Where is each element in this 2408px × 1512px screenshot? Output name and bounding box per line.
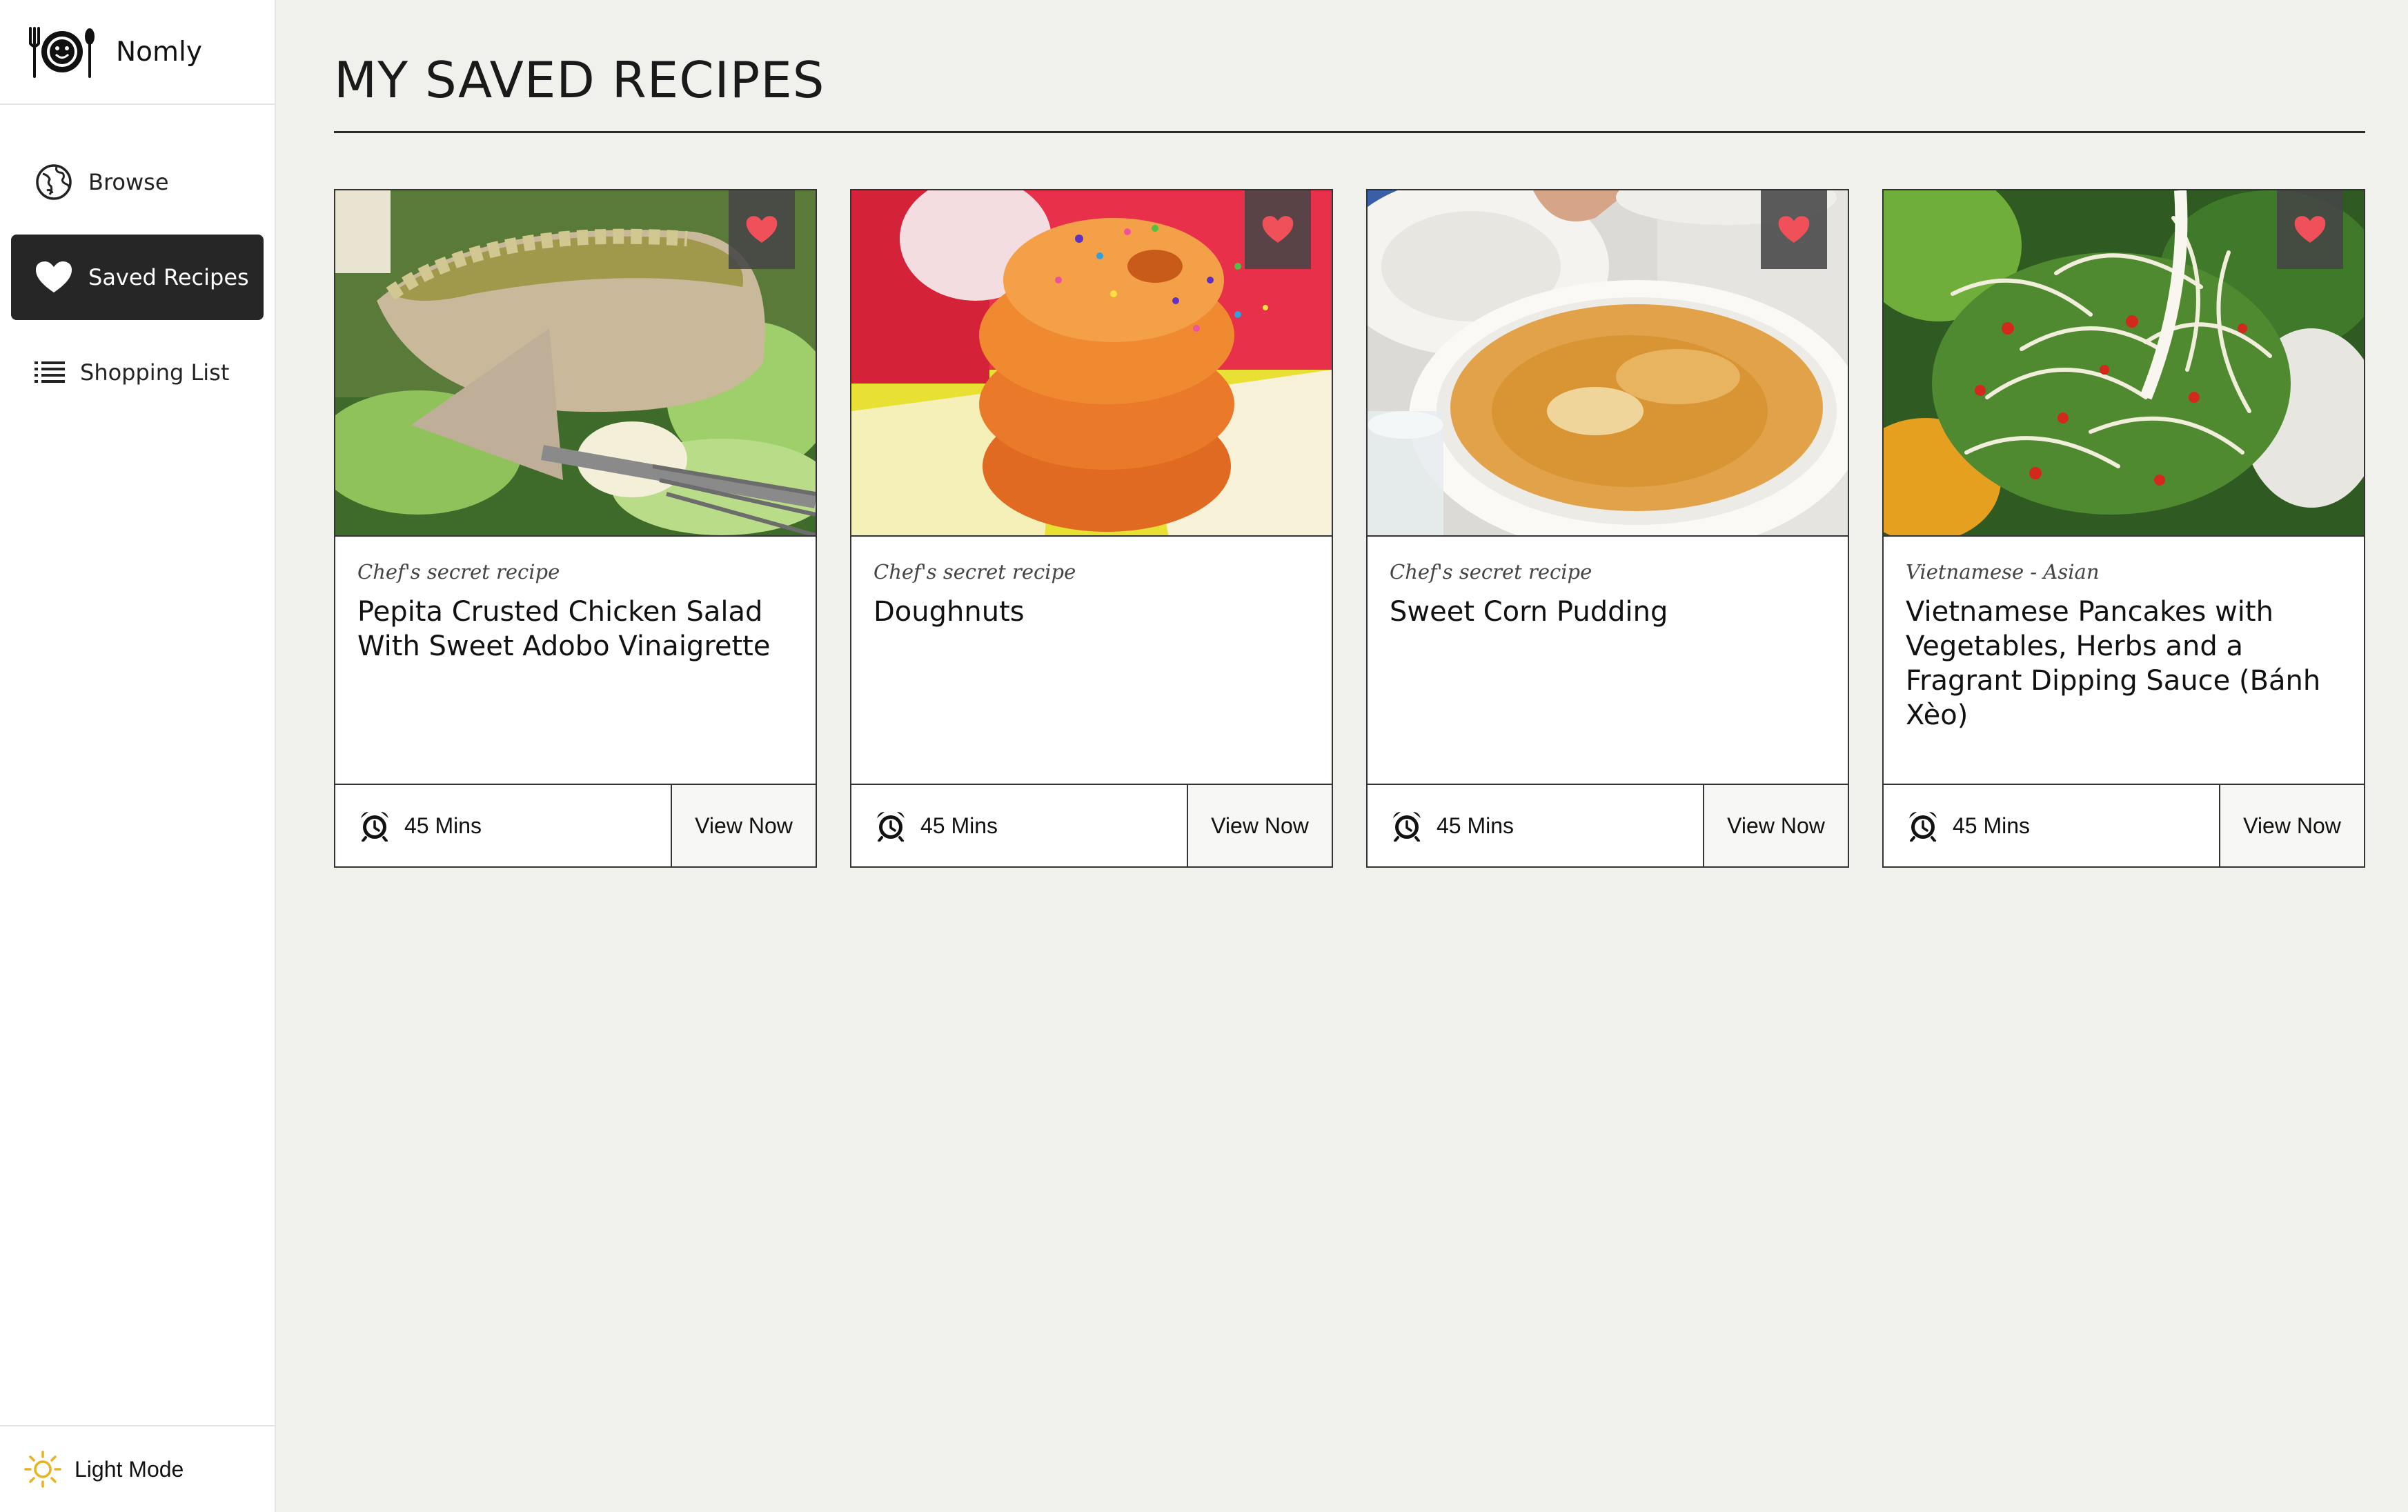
alarm-clock-icon — [1909, 812, 1937, 842]
favorite-button[interactable] — [2277, 190, 2343, 269]
plate-fork-spoon-icon — [29, 27, 95, 78]
cook-time: 45 Mins — [1368, 785, 1703, 866]
recipe-title[interactable]: Doughnuts — [874, 595, 1310, 629]
favorite-button[interactable] — [1245, 190, 1311, 269]
heart-icon — [2294, 216, 2326, 243]
recipe-footer: 45 Mins View Now — [851, 784, 1332, 866]
view-now-button[interactable]: View Now — [2219, 785, 2364, 866]
recipe-title[interactable]: Pepita Crusted Chicken Salad With Sweet … — [357, 595, 793, 664]
view-now-button[interactable]: View Now — [1187, 785, 1332, 866]
favorite-button[interactable] — [729, 190, 795, 269]
recipe-info: Chef's secret recipe Sweet Corn Pudding — [1368, 538, 1848, 784]
recipe-footer: 45 Mins View Now — [335, 784, 816, 866]
title-divider — [334, 131, 2365, 133]
light-mode-toggle[interactable]: Light Mode — [0, 1425, 275, 1512]
recipe-card: Vietnamese - Asian Vietnamese Pancakes w… — [1882, 189, 2365, 868]
cook-time-label: 45 Mins — [920, 813, 998, 838]
heart-icon — [36, 261, 72, 292]
recipe-info: Vietnamese - Asian Vietnamese Pancakes w… — [1884, 538, 2364, 784]
recipe-subtitle: Chef's secret recipe — [1390, 560, 1592, 584]
globe-icon — [36, 164, 72, 200]
recipe-image[interactable] — [335, 190, 816, 537]
recipe-info: Chef's secret recipe Pepita Crusted Chic… — [335, 538, 816, 784]
heart-icon — [1262, 216, 1294, 243]
sidebar-item-label: Browse — [88, 169, 169, 195]
cook-time: 45 Mins — [1884, 785, 2219, 866]
sidebar-nav: Browse Saved Recipes Shopping List — [0, 105, 275, 415]
alarm-clock-icon — [361, 812, 388, 842]
list-icon — [34, 361, 65, 383]
app-name: Nomly — [116, 36, 202, 68]
sidebar-item-saved-recipes[interactable]: Saved Recipes — [11, 235, 264, 320]
sidebar-item-label: Shopping List — [80, 359, 230, 386]
sidebar-item-browse[interactable]: Browse — [11, 139, 264, 225]
recipe-image[interactable] — [1368, 190, 1848, 537]
heart-icon — [1778, 216, 1810, 243]
recipe-card: Chef's secret recipe Doughnuts 45 Mins V… — [850, 189, 1333, 868]
cook-time: 45 Mins — [335, 785, 671, 866]
cook-time-label: 45 Mins — [1953, 813, 2031, 838]
recipe-footer: 45 Mins View Now — [1368, 784, 1848, 866]
sidebar-item-shopping-list[interactable]: Shopping List — [11, 330, 264, 415]
brand[interactable]: Nomly — [0, 0, 275, 105]
favorite-button[interactable] — [1761, 190, 1827, 269]
recipe-card: Chef's secret recipe Sweet Corn Pudding … — [1366, 189, 1849, 868]
sidebar: Nomly Browse Saved Recipes Shopping List — [0, 0, 276, 1512]
recipe-image[interactable] — [851, 190, 1332, 537]
alarm-clock-icon — [877, 812, 905, 842]
recipe-image[interactable] — [1884, 190, 2364, 537]
cook-time-label: 45 Mins — [404, 813, 482, 838]
recipe-subtitle: Chef's secret recipe — [874, 560, 1076, 584]
recipe-subtitle: Chef's secret recipe — [357, 560, 560, 584]
recipe-title[interactable]: Sweet Corn Pudding — [1390, 595, 1826, 629]
view-now-button[interactable]: View Now — [671, 785, 816, 866]
cook-time-label: 45 Mins — [1437, 813, 1514, 838]
light-mode-label: Light Mode — [75, 1456, 184, 1482]
recipe-info: Chef's secret recipe Doughnuts — [851, 538, 1332, 784]
recipe-card: Chef's secret recipe Pepita Crusted Chic… — [334, 189, 817, 868]
view-now-button[interactable]: View Now — [1703, 785, 1848, 866]
heart-icon — [746, 216, 778, 243]
alarm-clock-icon — [1393, 812, 1421, 842]
recipe-subtitle: Vietnamese - Asian — [1906, 560, 2100, 584]
recipe-footer: 45 Mins View Now — [1884, 784, 2364, 866]
page-title: MY SAVED RECIPES — [334, 51, 825, 109]
cook-time: 45 Mins — [851, 785, 1187, 866]
sidebar-item-label: Saved Recipes — [88, 264, 249, 290]
recipe-title[interactable]: Vietnamese Pancakes with Vegetables, Her… — [1906, 595, 2342, 733]
sun-icon — [24, 1451, 61, 1488]
